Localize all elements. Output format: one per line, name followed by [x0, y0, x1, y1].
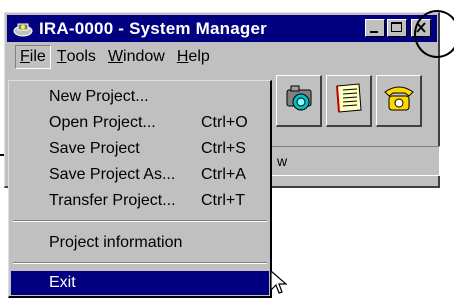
highlight-ellipse: [414, 10, 454, 58]
toolbar-button-telephone[interactable]: [376, 75, 422, 127]
file-menu-dropdown: New Project... Open Project... Ctrl+O Sa…: [8, 80, 272, 298]
menu-window-accel: W: [107, 48, 124, 65]
menu-tools[interactable]: Tools: [51, 46, 102, 68]
menu-window[interactable]: Window: [102, 46, 171, 68]
menu-item-transfer-project[interactable]: Transfer Project... Ctrl+T: [11, 189, 269, 213]
minimize-button[interactable]: [365, 19, 385, 37]
menu-file[interactable]: File: [15, 45, 51, 69]
menu-item-label: Exit: [49, 274, 76, 291]
menu-file-accel: F: [20, 48, 30, 65]
menu-item-label: Open Project...: [49, 114, 156, 131]
menu-window-label: indow: [123, 48, 165, 65]
document-icon: [331, 80, 367, 121]
app-icon: [12, 20, 34, 38]
menu-item-label: New Project...: [49, 88, 149, 105]
menu-file-label: ile: [29, 48, 46, 65]
menu-item-open-project[interactable]: Open Project... Ctrl+O: [11, 111, 269, 135]
menu-item-shortcut: Ctrl+O: [201, 114, 248, 131]
menu-item-shortcut: Ctrl+A: [201, 166, 246, 183]
toolbar-button-document[interactable]: [326, 75, 372, 127]
telephone-icon: [381, 80, 417, 121]
maximize-button[interactable]: [387, 19, 407, 37]
window-title: IRA-0000 - System Manager: [39, 18, 267, 38]
menu-tools-accel: T: [56, 48, 67, 65]
menu-tools-label: ools: [66, 48, 96, 65]
menu-item-new-project[interactable]: New Project...: [11, 85, 269, 109]
menu-help-accel: H: [176, 48, 189, 65]
menu-item-project-information[interactable]: Project information: [11, 231, 269, 255]
mouse-pointer-icon: [270, 269, 288, 301]
menu-help[interactable]: Help: [171, 46, 216, 68]
menu-help-label: elp: [188, 48, 210, 65]
menu-separator: [13, 262, 267, 264]
camera-icon: [281, 80, 317, 121]
menu-bar: File Tools Window Help: [7, 45, 437, 69]
menu-item-label: Project information: [49, 234, 183, 251]
menu-item-shortcut: Ctrl+S: [201, 140, 246, 157]
menu-item-label: Save Project: [49, 140, 140, 157]
menu-item-save-project[interactable]: Save Project Ctrl+S: [11, 137, 269, 161]
menu-item-label: Save Project As...: [49, 166, 176, 183]
status-bar: w: [268, 146, 440, 176]
menu-item-label: Transfer Project...: [49, 192, 176, 209]
menu-separator: [13, 220, 267, 222]
menu-item-save-project-as[interactable]: Save Project As... Ctrl+A: [11, 163, 269, 187]
menu-item-exit[interactable]: Exit: [11, 271, 269, 295]
toolbar-button-camera[interactable]: [276, 75, 322, 127]
menu-item-shortcut: Ctrl+T: [201, 192, 245, 209]
status-text: w: [277, 153, 288, 169]
title-bar[interactable]: IRA-0000 - System Manager: [7, 15, 437, 42]
